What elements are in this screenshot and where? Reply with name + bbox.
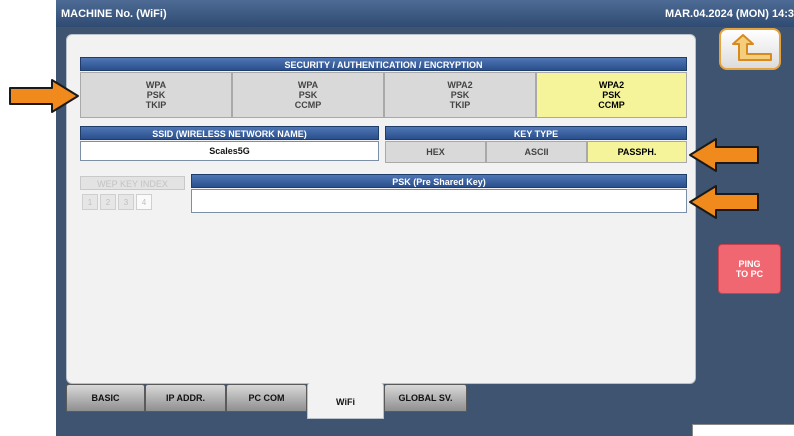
option-line: PSK — [146, 90, 166, 100]
back-button[interactable] — [719, 28, 781, 70]
psk-field[interactable] — [191, 189, 687, 213]
option-line: WPA2 — [598, 80, 625, 90]
option-line: WPA — [145, 80, 167, 90]
wep-key-index-4[interactable]: 4 — [136, 194, 152, 210]
annotation-arrow-icon — [689, 185, 759, 219]
title-bar: MACHINE No. (WiFi) MAR.04.2024 (MON) 14:… — [56, 0, 794, 27]
ping-button-line: PING — [738, 259, 761, 269]
ping-to-pc-button[interactable]: PING TO PC — [718, 244, 781, 294]
datetime: MAR.04.2024 (MON) 14:3 — [665, 8, 794, 20]
tab-pc-com[interactable]: PC COM — [226, 384, 307, 412]
wep-key-index-2[interactable]: 2 — [100, 194, 116, 210]
tab-global-sv[interactable]: GLOBAL SV. — [384, 384, 467, 412]
key-type-ascii[interactable]: ASCII — [486, 141, 587, 163]
security-option-wpa-psk-tkip[interactable]: WPA PSK TKIP — [80, 72, 232, 118]
wep-key-index-1[interactable]: 1 — [82, 194, 98, 210]
tab-basic[interactable]: BASIC — [66, 384, 145, 412]
ping-button-line: TO PC — [735, 269, 764, 279]
option-line: TKIP — [145, 100, 167, 110]
key-type-passphrase[interactable]: PASSPH. — [587, 141, 687, 163]
option-line: WPA — [297, 80, 319, 90]
option-line: CCMP — [294, 100, 322, 110]
ssid-value: Scales5G — [209, 146, 250, 156]
tab-ip-addr[interactable]: IP ADDR. — [145, 384, 226, 412]
screen-title: MACHINE No. (WiFi) — [61, 8, 167, 20]
tab-wifi[interactable]: WiFi — [307, 383, 384, 419]
option-line: WPA2 — [447, 80, 473, 90]
ssid-field[interactable]: Scales5G — [80, 141, 379, 161]
corner-area — [692, 424, 794, 436]
back-arrow-icon — [732, 34, 772, 61]
ssid-header: SSID (WIRELESS NETWORK NAME) — [80, 126, 379, 140]
wep-key-index-3[interactable]: 3 — [118, 194, 134, 210]
machine-screen: MACHINE No. (WiFi) MAR.04.2024 (MON) 14:… — [56, 0, 794, 436]
option-line: PSK — [298, 90, 318, 100]
option-line: TKIP — [449, 100, 471, 110]
annotation-arrow-icon — [689, 138, 759, 172]
security-option-wpa2-psk-ccmp[interactable]: WPA2 PSK CCMP — [536, 72, 687, 118]
option-line: PSK — [450, 90, 470, 100]
wep-key-index-header: WEP KEY INDEX — [80, 176, 185, 190]
security-option-wpa-psk-ccmp[interactable]: WPA PSK CCMP — [232, 72, 384, 118]
key-type-hex[interactable]: HEX — [385, 141, 486, 163]
annotation-arrow-icon — [9, 79, 79, 113]
key-type-header: KEY TYPE — [385, 126, 687, 140]
psk-header: PSK (Pre Shared Key) — [191, 174, 687, 188]
security-option-wpa2-psk-tkip[interactable]: WPA2 PSK TKIP — [384, 72, 536, 118]
option-line: PSK — [602, 90, 621, 100]
security-header: SECURITY / AUTHENTICATION / ENCRYPTION — [80, 57, 687, 71]
option-line: CCMP — [598, 100, 625, 110]
